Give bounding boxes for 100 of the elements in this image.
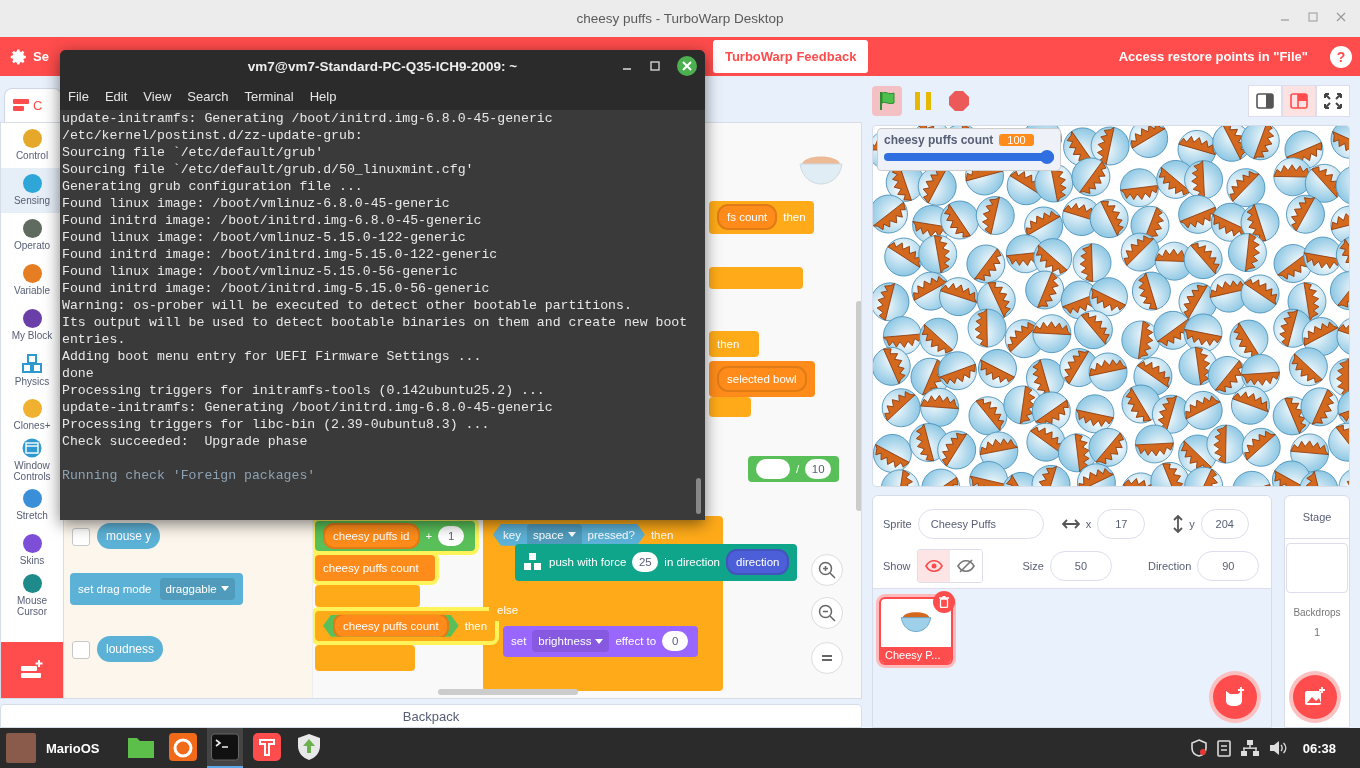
menu-item[interactable]: Search <box>179 88 237 104</box>
number-input[interactable]: 10 <box>805 458 832 479</box>
category-item[interactable]: Skins <box>1 527 63 573</box>
browser-icon <box>169 733 198 761</box>
menu-item[interactable]: Help <box>301 88 345 104</box>
script-block[interactable]: set brightness effect to 0 <box>503 625 698 657</box>
output-line: Found linux image: /boot/vmlinuz-6.8.0-45-generic <box>62 195 451 212</box>
add-backdrop-button[interactable] <box>1293 675 1337 719</box>
reporter-block[interactable]: direction <box>726 549 790 576</box>
backdrop-count: 1 <box>1313 626 1321 638</box>
category-item[interactable]: Control <box>1 122 63 168</box>
menu-item[interactable]: Terminal <box>236 88 302 104</box>
menu-item[interactable]: Edit <box>96 88 136 104</box>
small-stage-button[interactable] <box>1248 84 1282 117</box>
zoom-in-button[interactable] <box>811 553 843 586</box>
code-icon <box>13 99 29 112</box>
block-label: push with force <box>549 556 627 569</box>
category-item[interactable]: Sensing <box>1 167 63 213</box>
zoom-reset-button[interactable] <box>811 641 843 674</box>
script-block[interactable]: / 10 <box>748 455 840 482</box>
menu-item[interactable]: File <box>60 88 97 104</box>
empty-input[interactable] <box>756 458 790 479</box>
block-label: key <box>503 528 521 541</box>
output-line: Processing triggers for libc-bin (2.39-0ubuntu8.3) ... <box>62 416 491 433</box>
script-block[interactable]: push with force 25 in direction direction <box>515 543 798 581</box>
block-label: else <box>497 603 519 616</box>
number-input[interactable]: 25 <box>632 552 659 573</box>
taskbar-app-button[interactable] <box>207 728 244 768</box>
number-input[interactable]: 0 <box>662 631 689 652</box>
dropdown[interactable]: brightness <box>532 630 610 653</box>
add-extension-button[interactable] <box>1 642 63 699</box>
flag-button[interactable] <box>872 85 902 116</box>
pause-icon <box>915 91 931 110</box>
checkbox[interactable] <box>72 527 90 546</box>
stage-thumbnail[interactable] <box>1286 543 1348 593</box>
cubes-icon <box>523 552 543 573</box>
fullscreen-button[interactable] <box>1316 84 1350 117</box>
window-title: cheesy puffs - TurboWarp Desktop <box>576 11 784 26</box>
category-item[interactable]: Clones+ <box>1 392 63 438</box>
x-label: x <box>1085 518 1092 530</box>
crossed-eye-icon <box>956 559 975 573</box>
scrollbar[interactable] <box>856 300 861 511</box>
block-label: then <box>717 337 740 350</box>
show-button[interactable] <box>917 550 950 582</box>
delete-button[interactable] <box>933 591 955 613</box>
output-line: Found initrd image: /boot/initrd.img-6.8.0-45-generic <box>62 212 483 229</box>
block-label: pressed? <box>587 528 635 541</box>
direction-label: Direction <box>1147 560 1192 572</box>
scrollbar[interactable] <box>438 688 578 695</box>
slider-thumb[interactable] <box>1040 150 1054 164</box>
number-input[interactable]: 1 <box>438 525 465 546</box>
backpack-bar[interactable]: Backpack <box>0 704 862 728</box>
menu-item[interactable]: View <box>135 88 180 104</box>
category-item[interactable]: Window Controls <box>1 437 63 483</box>
block-label: then <box>650 528 674 541</box>
output-line: update-initramfs: Generating /boot/initrd.img-6.8.0-45-generic <box>62 110 554 127</box>
cat-plus-icon <box>1224 687 1246 707</box>
start-menu-label[interactable]: MarioOS <box>46 740 100 756</box>
output-line: Found initrd image: /boot/initrd.img-5.15.0-122-generic <box>62 246 499 263</box>
output-line: entries. <box>62 331 127 348</box>
stage-label: Stage <box>1285 496 1349 539</box>
zoom-out-icon <box>817 602 837 623</box>
output-line: Found linux image: /boot/vmlinuz-5.15.0-56-generic <box>62 263 459 280</box>
status-line: Running check 'Foreign packages' <box>62 467 317 484</box>
output-line: /etc/kernel/postinst.d/zz-update-grub: <box>62 127 364 144</box>
block-label: then <box>783 211 806 224</box>
settings-icon[interactable] <box>10 47 28 66</box>
category-item[interactable]: Operato <box>1 212 63 258</box>
shield-icon[interactable] <box>1190 739 1207 757</box>
image-plus-icon <box>1304 687 1326 707</box>
size-label: Size <box>1022 560 1044 572</box>
y-label: y <box>1189 518 1195 530</box>
output-line: Generating grub configuration file ... <box>62 178 364 195</box>
volume-icon[interactable] <box>1268 740 1287 756</box>
trash-icon <box>939 596 949 608</box>
category-item[interactable]: My Block <box>1 302 63 348</box>
category-item[interactable]: Variable <box>1 257 63 303</box>
close-icon[interactable] <box>677 56 697 76</box>
clipboard-icon[interactable] <box>1216 739 1231 757</box>
block-label: / <box>796 462 800 475</box>
add-sprite-button[interactable] <box>1213 675 1257 719</box>
normal-stage-icon <box>1290 92 1308 109</box>
output-line: Adding boot menu entry for UEFI Firmware Settings ... <box>62 348 483 365</box>
checkbox[interactable] <box>72 640 90 659</box>
zoom-out-button[interactable] <box>811 596 843 629</box>
small-stage-icon <box>1256 92 1274 109</box>
category-item[interactable]: Stretch <box>1 482 63 528</box>
output-line: Sourcing file `/etc/default/grub.d/50_linuxmint.cfg' <box>62 161 475 178</box>
output-line: Sourcing file `/etc/default/grub' <box>62 144 325 161</box>
monitor-value: 100 <box>999 134 1034 146</box>
scrollbar[interactable] <box>696 478 701 514</box>
block-label: + <box>425 529 433 542</box>
flag-icon <box>879 90 895 111</box>
output-line: Found initrd image: /boot/initrd.img-5.15.0-56-generic <box>62 280 491 297</box>
category-item[interactable]: Physics <box>1 347 63 393</box>
fullscreen-icon <box>1324 92 1342 109</box>
network-icon[interactable] <box>1240 740 1259 756</box>
category-item[interactable]: Mouse Cursor <box>1 572 63 618</box>
block-label: set <box>511 635 527 648</box>
monitor-slider[interactable] <box>884 150 1054 164</box>
